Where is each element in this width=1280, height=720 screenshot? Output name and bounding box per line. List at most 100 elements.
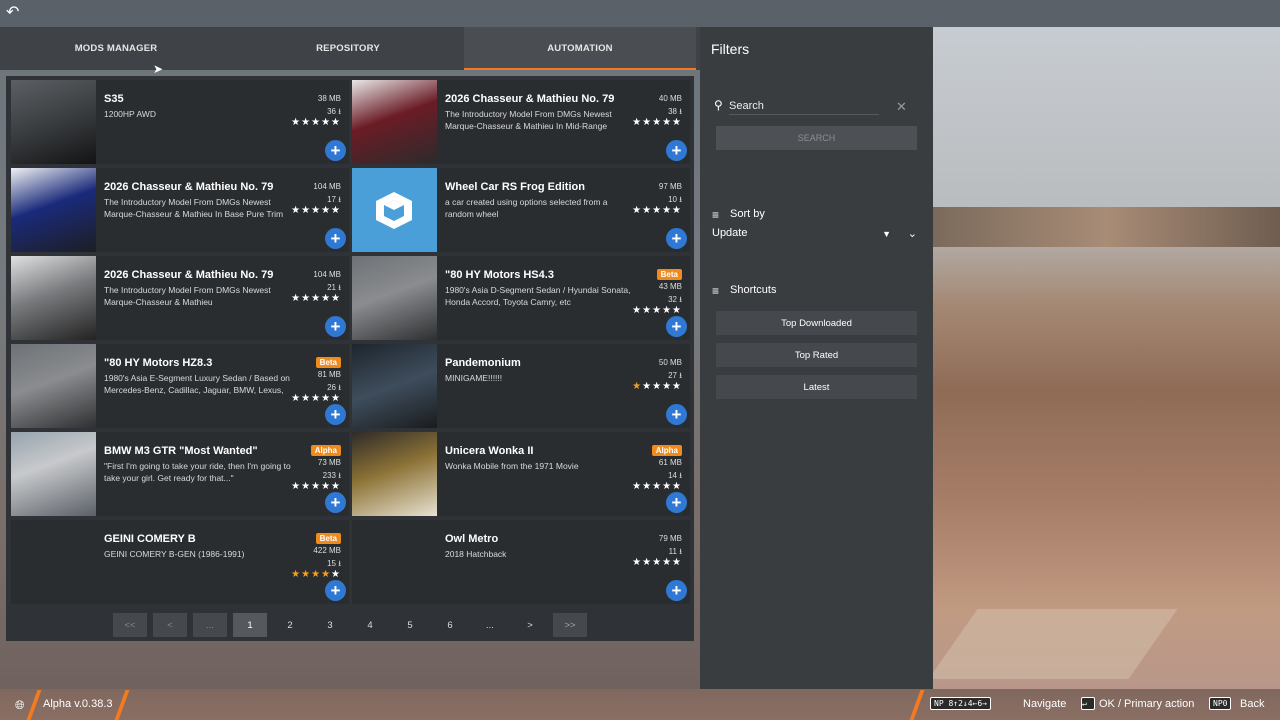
globe-icon[interactable]: 🌐︎ [15, 698, 25, 713]
add-mod-button[interactable]: + [325, 580, 346, 601]
back-hint[interactable]: Back [1240, 698, 1264, 710]
mod-description: "First I'm going to take your ride, then… [104, 461, 291, 483]
pagination: << < ... 1 2 3 4 5 6 ... > >> [113, 613, 593, 637]
add-mod-button[interactable]: + [325, 316, 346, 337]
mod-card[interactable]: Unicera Wonka II Wonka Mobile from the 1… [352, 432, 690, 516]
star-rating: ★★★★★ [291, 293, 341, 304]
latest-button[interactable]: Latest [716, 375, 917, 399]
mod-thumbnail [352, 256, 437, 340]
star-rating: ★★★★★ [291, 205, 341, 216]
mod-title: GEINI COMERY B [104, 533, 196, 545]
page-5-button[interactable]: 5 [393, 613, 427, 637]
mod-card[interactable]: 2026 Chasseur & Mathieu No. 79 The Intro… [11, 168, 349, 252]
mod-description: a car created using options selected fro… [445, 197, 608, 219]
mod-title: 2026 Chasseur & Mathieu No. 79 [104, 269, 274, 281]
add-mod-button[interactable]: + [666, 316, 687, 337]
tab-bar: MODS MANAGER REPOSITORY AUTOMATION [0, 27, 700, 70]
page-next-button[interactable]: > [513, 613, 547, 637]
background-road [928, 609, 1178, 679]
add-mod-button[interactable]: + [325, 492, 346, 513]
page-6-button[interactable]: 6 [433, 613, 467, 637]
page-4-button[interactable]: 4 [353, 613, 387, 637]
mod-description: 2018 Hatchback [445, 549, 507, 559]
star-rating: ★★★★★ [632, 305, 682, 316]
page-1-button[interactable]: 1 [233, 613, 267, 637]
mod-size: 97 MB [658, 182, 682, 191]
mod-description: 1980's Asia D-Segment Sedan / Hyundai So… [445, 285, 631, 307]
mod-size: 38 MB [317, 94, 341, 103]
mod-card[interactable]: 2026 Chasseur & Mathieu No. 79 The Intro… [352, 80, 690, 164]
mod-card[interactable]: 2026 Chasseur & Mathieu No. 79 The Intro… [11, 256, 349, 340]
mod-card[interactable]: S35 1200HP AWD 38 MB 36 ⭳ ★★★★★ + [11, 80, 349, 164]
mod-size: 81 MB [317, 370, 341, 379]
add-mod-button[interactable]: + [325, 140, 346, 161]
mod-list: S35 1200HP AWD 38 MB 36 ⭳ ★★★★★ + 2026 C… [6, 76, 694, 641]
search-input[interactable] [729, 97, 879, 115]
top-rated-button[interactable]: Top Rated [716, 343, 917, 367]
mod-card[interactable]: Owl Metro 2018 Hatchback 79 MB 11 ⭳ ★★★★… [352, 520, 690, 604]
beta-badge: Beta [656, 269, 682, 280]
mod-size: 43 MB [658, 282, 682, 291]
star-rating: ★★★★★ [632, 557, 682, 568]
add-mod-button[interactable]: + [325, 404, 346, 425]
mod-title: Owl Metro [445, 533, 499, 545]
sort-value: Update [712, 227, 748, 239]
mod-title: Unicera Wonka II [445, 445, 534, 457]
star-rating: ★★★★★ [291, 393, 341, 404]
tab-automation[interactable]: AUTOMATION [464, 27, 696, 70]
mod-thumbnail [11, 432, 96, 516]
chevron-down-icon[interactable]: ⌄ [908, 227, 917, 240]
add-mod-button[interactable]: + [666, 492, 687, 513]
page-last-button[interactable]: >> [553, 613, 587, 637]
mod-thumbnail [352, 168, 437, 252]
mod-thumbnail [352, 344, 437, 428]
mod-thumbnail [352, 520, 437, 604]
mod-thumbnail [11, 520, 96, 604]
page-first-button[interactable]: << [113, 613, 147, 637]
tab-mods-manager[interactable]: MODS MANAGER [0, 27, 232, 70]
top-downloaded-button[interactable]: Top Downloaded [716, 311, 917, 335]
add-mod-button[interactable]: + [666, 404, 687, 425]
filters-title: Filters [711, 41, 750, 57]
mod-size: 50 MB [658, 358, 682, 367]
mod-thumbnail [11, 168, 96, 252]
mod-card[interactable]: "80 HY Motors HZ8.3 1980's Asia E-Segmen… [11, 344, 349, 428]
mod-card[interactable]: Pandemonium MINIGAME!!!!!! 50 MB 27 ⭳ ★★… [352, 344, 690, 428]
mod-card[interactable]: GEINI COMERY B GEINI COMERY B-GEN (1986-… [11, 520, 349, 604]
mod-card[interactable]: Wheel Car RS Frog Edition a car created … [352, 168, 690, 252]
page-prev-button[interactable]: < [153, 613, 187, 637]
star-rating: ★★★★★ [291, 117, 341, 128]
enter-key-icon: ↵ [1081, 697, 1095, 710]
mod-description: GEINI COMERY B-GEN (1986-1991) [104, 549, 245, 559]
close-icon[interactable]: ✕ [896, 99, 907, 115]
back-arrow-icon[interactable]: ↶ [6, 4, 24, 22]
add-mod-button[interactable]: + [325, 228, 346, 249]
sort-dropdown[interactable]: Update ▼ ⌄ [712, 227, 919, 245]
page-3-button[interactable]: 3 [313, 613, 347, 637]
shortcuts-icon: ≡ [712, 284, 720, 298]
mod-title: 2026 Chasseur & Mathieu No. 79 [104, 181, 274, 193]
mod-description: The Introductory Model From DMGs Newest … [445, 109, 612, 134]
tab-repository[interactable]: REPOSITORY [232, 27, 464, 70]
mod-card[interactable]: BMW M3 GTR "Most Wanted" "First I'm goin… [11, 432, 349, 516]
version-label: Alpha v.0.38.3 [43, 698, 113, 710]
add-mod-button[interactable]: + [666, 580, 687, 601]
mod-thumbnail [352, 80, 437, 164]
alpha-badge: Alpha [651, 445, 682, 456]
mod-title: Pandemonium [445, 357, 521, 369]
mod-card[interactable]: "80 HY Motors HS4.3 1980's Asia D-Segmen… [352, 256, 690, 340]
mod-size: 61 MB [658, 458, 682, 467]
mod-description: 1200HP AWD [104, 109, 156, 119]
numpad-keys-hint: NP 8↑2↓4←6→ [930, 697, 991, 710]
shortcuts-label: Shortcuts [730, 284, 777, 296]
np0-key: NP0 [1209, 697, 1232, 710]
mod-title: "80 HY Motors HZ8.3 [104, 357, 213, 369]
mod-title: "80 HY Motors HS4.3 [445, 269, 554, 281]
page-2-button[interactable]: 2 [273, 613, 307, 637]
mod-description: MINIGAME!!!!!! [445, 373, 503, 383]
ok-hint: OK / Primary action [1099, 698, 1195, 710]
add-mod-button[interactable]: + [666, 140, 687, 161]
caret-down-icon: ▼ [882, 229, 891, 239]
search-button[interactable]: SEARCH [716, 126, 917, 150]
add-mod-button[interactable]: + [666, 228, 687, 249]
